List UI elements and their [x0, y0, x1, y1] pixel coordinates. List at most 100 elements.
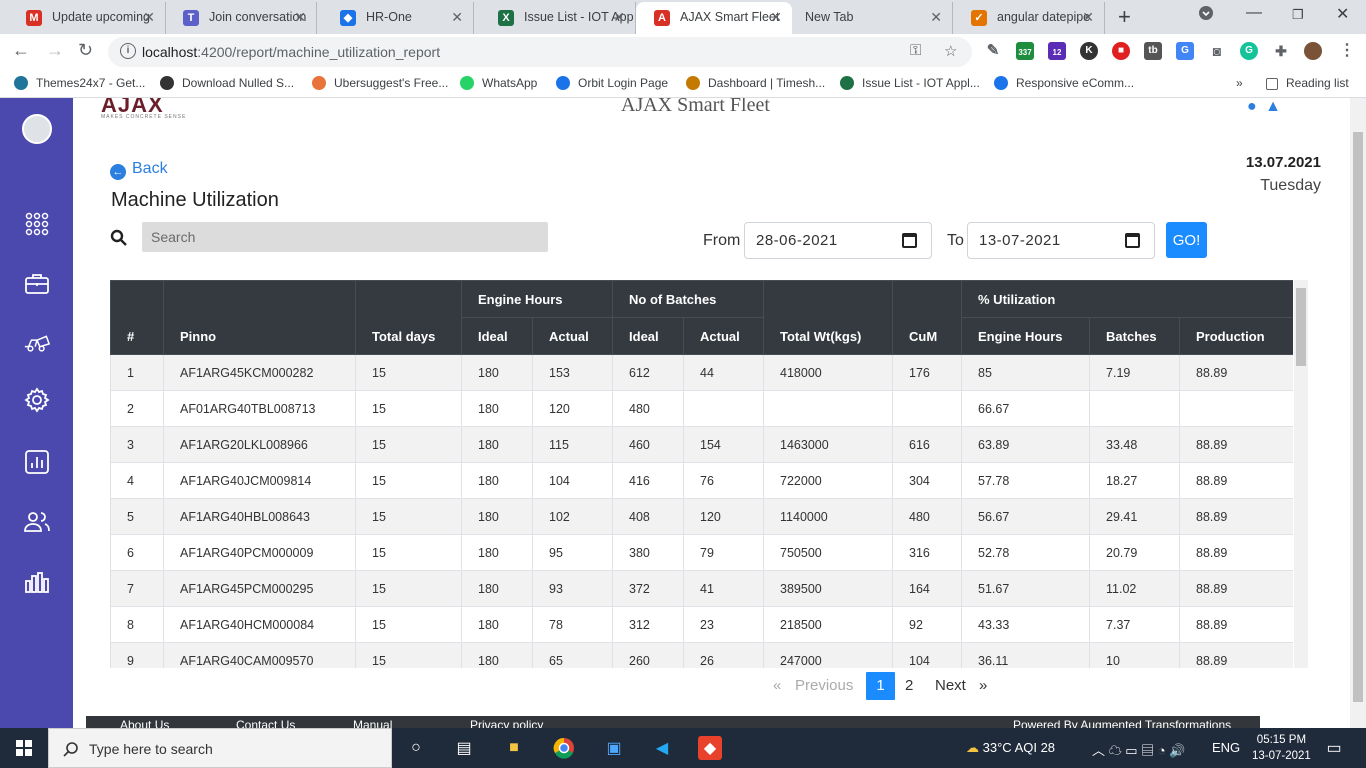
browser-tab[interactable]: New Tab ✕ [793, 2, 953, 34]
table-row[interactable]: 7 AF1ARG45PCM000295 15 180 93 372 41 389500 164 5… [110, 570, 1293, 607]
reload-icon[interactable]: ↻ [78, 40, 93, 61]
footer-about-link[interactable]: About Us [120, 718, 169, 728]
col-header-util-engine-hours[interactable]: Engine Hours [961, 317, 1091, 355]
bookmark-item[interactable]: Dashboard | Timesh... [686, 76, 825, 90]
table-row[interactable]: 5 AF1ARG40HBL008643 15 180 102 408 120 1140000 4… [110, 498, 1293, 535]
notification-bell-icon[interactable]: ▲ [1265, 98, 1281, 115]
next-button[interactable]: Next [935, 672, 966, 700]
col-header-batch-ideal[interactable]: Ideal [612, 317, 685, 355]
briefcase-icon[interactable] [23, 270, 51, 298]
green-extension-icon[interactable]: 337 [1016, 42, 1034, 60]
col-header-cum[interactable]: CuM [892, 280, 963, 355]
close-tab-icon[interactable]: ✕ [451, 2, 463, 32]
to-date-input[interactable]: 13-07-2021 [967, 222, 1155, 259]
table-row[interactable]: 2 AF01ARG40TBL008713 15 180 120 480 66.67 [110, 390, 1293, 427]
table-row[interactable]: 4 AF1ARG40JCM009814 15 180 104 416 76 722000 304… [110, 462, 1293, 499]
user-profile-icon[interactable]: ● [1247, 98, 1257, 115]
col-header-total-wt[interactable]: Total Wt(kgs) [763, 280, 894, 355]
close-tab-icon[interactable]: ✕ [770, 2, 782, 32]
extensions-puzzle-icon[interactable]: ✚ [1272, 42, 1290, 60]
translate-extension-icon[interactable]: G [1176, 42, 1194, 60]
shield-app-icon[interactable]: ▣ [602, 736, 626, 760]
browser-tab[interactable]: X Issue List - IOT App ✕ [480, 2, 636, 34]
system-tray-icons[interactable]: ︿ ☁ ▭ ▤ ◔ 🔊 [1092, 740, 1185, 759]
page-scrollbar[interactable] [1350, 98, 1366, 728]
notifications-icon[interactable]: ▭ [1322, 736, 1346, 760]
search-input[interactable] [142, 222, 548, 252]
footer-manual-link[interactable]: Manual [353, 718, 392, 728]
tb-extension-icon[interactable]: tb [1144, 42, 1162, 60]
users-icon[interactable] [23, 508, 51, 536]
browser-tab[interactable]: ◆ HR-One ✕ [322, 2, 474, 34]
browser-tab[interactable]: M Update upcoming ✕ [8, 2, 166, 34]
col-header-pinno[interactable]: Pinno [163, 280, 356, 355]
prev-arrow[interactable]: « [773, 672, 781, 700]
language-indicator[interactable]: ENG [1212, 740, 1240, 755]
restore-icon[interactable]: ❐ [1292, 7, 1304, 23]
bookmark-item[interactable]: Download Nulled S... [160, 76, 294, 90]
minimize-icon[interactable]: — [1246, 4, 1262, 22]
bar-chart-icon[interactable] [23, 568, 51, 596]
bookmark-star-icon[interactable]: ☆ [944, 42, 957, 60]
browser-tab[interactable]: A AJAX Smart Fleet ✕ [636, 2, 792, 34]
table-row[interactable]: 9 AF1ARG40CAM009570 15 180 65 260 26 247000 104 3… [110, 642, 1293, 668]
table-row[interactable]: 8 AF1ARG40HCM000084 15 180 78 312 23 218500 92 43… [110, 606, 1293, 643]
eyedropper-extension-icon[interactable]: ✎ [984, 42, 1002, 60]
profile-menu-icon[interactable] [1198, 4, 1214, 25]
settings-gear-icon[interactable] [23, 386, 51, 414]
camera-extension-icon[interactable]: ◙ [1208, 42, 1226, 60]
taskbar-search[interactable]: Type here to search [48, 728, 392, 768]
windows-start-icon[interactable] [12, 736, 36, 760]
git-app-icon[interactable]: ◆ [698, 736, 722, 760]
report-chart-icon[interactable] [23, 448, 51, 476]
task-view-icon[interactable]: ▤ [452, 736, 476, 760]
site-info-icon[interactable]: i [120, 43, 136, 59]
page-2-button[interactable]: 2 [905, 672, 913, 700]
col-header-index[interactable]: # [110, 280, 164, 355]
table-row[interactable]: 3 AF1ARG20LKL008966 15 180 115 460 154 1463000 6… [110, 426, 1293, 463]
bookmark-item[interactable]: Issue List - IOT Appl... [840, 76, 980, 90]
back-link[interactable]: ← Back [110, 160, 168, 180]
close-tab-icon[interactable]: ✕ [294, 2, 306, 32]
col-header-total-days[interactable]: Total days [355, 280, 462, 355]
more-bookmarks-button[interactable]: » [1236, 76, 1243, 90]
bookmark-item[interactable]: Themes24x7 - Get... [14, 76, 145, 90]
ublock-extension-icon[interactable]: ■ [1112, 42, 1130, 60]
forward-arrow-icon[interactable]: → [46, 40, 64, 61]
reading-list-button[interactable]: Reading list [1266, 76, 1349, 90]
file-explorer-icon[interactable]: ■ [502, 736, 526, 760]
browser-tab[interactable]: T Join conversation ✕ [165, 2, 317, 34]
col-header-eh-ideal[interactable]: Ideal [461, 317, 533, 355]
weather-widget[interactable]: ☁ 33°C AQI 28 [966, 740, 1055, 756]
table-scrollbar-thumb[interactable] [1296, 288, 1306, 366]
address-bar[interactable]: i localhost:4200/report/machine_utilizat… [108, 37, 972, 67]
from-date-input[interactable]: 28-06-2021 [744, 222, 932, 259]
vscode-icon[interactable]: ◀ [650, 736, 674, 760]
utilization-table-container[interactable]: # Pinno Total days Engine Hours No of Ba… [110, 280, 1293, 668]
bookmark-item[interactable]: Responsive eComm... [994, 76, 1134, 90]
mixer-truck-icon[interactable] [23, 328, 51, 356]
close-window-icon[interactable]: ✕ [1336, 4, 1349, 24]
table-row[interactable]: 6 AF1ARG40PCM000009 15 180 95 380 79 750500 316 5… [110, 534, 1293, 571]
page-scrollbar-thumb[interactable] [1353, 132, 1363, 702]
col-header-batch-actual[interactable]: Actual [683, 317, 765, 355]
table-scrollbar[interactable] [1294, 280, 1308, 668]
footer-privacy-link[interactable]: Privacy policy [470, 718, 543, 728]
user-avatar[interactable] [22, 114, 52, 144]
bookmark-item[interactable]: WhatsApp [460, 76, 537, 90]
bookmark-item[interactable]: Orbit Login Page [556, 76, 668, 90]
k-extension-icon[interactable]: K [1080, 42, 1098, 60]
key-icon[interactable]: ⚿ [910, 42, 921, 59]
dashboard-grid-icon[interactable] [23, 210, 51, 238]
table-row[interactable]: 1 AF1ARG45KCM000282 15 180 153 612 44 418000 176… [110, 354, 1293, 391]
grammarly-extension-icon[interactable]: G [1240, 42, 1258, 60]
graduation-extension-icon[interactable]: 12 [1048, 42, 1066, 60]
cortana-icon[interactable]: ○ [404, 736, 428, 760]
taskbar-clock[interactable]: 05:15 PM 13-07-2021 [1252, 732, 1311, 764]
new-tab-button[interactable]: + [1118, 4, 1131, 30]
profile-avatar-icon[interactable] [1304, 42, 1322, 60]
chrome-taskbar-icon[interactable] [552, 736, 576, 760]
col-header-util-batches[interactable]: Batches [1089, 317, 1181, 355]
next-arrow[interactable]: » [979, 672, 987, 700]
page-1-button[interactable]: 1 [866, 672, 895, 700]
